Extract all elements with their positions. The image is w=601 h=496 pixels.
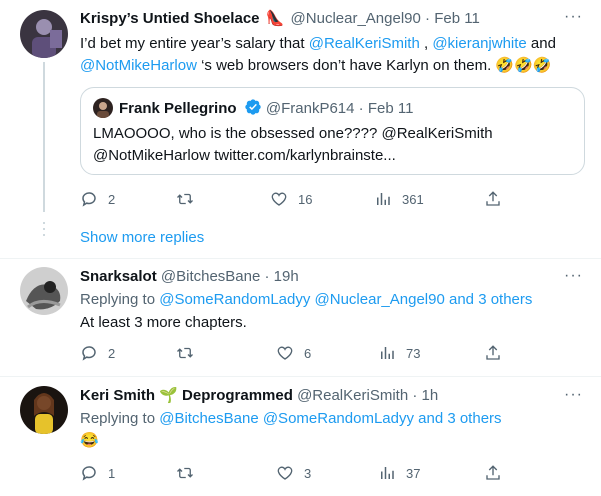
author-name[interactable]: Snarksalot [80, 268, 157, 285]
replying-to-label: Replying to [80, 291, 160, 308]
reply-count: 2 [108, 345, 116, 361]
shoe-icon: 👠 [265, 10, 285, 27]
tweet-text: @NotMikeHarlow ‘s web browsers don’t hav… [80, 55, 551, 77]
like-count: 16 [298, 191, 313, 207]
tweet-header: Krispy’s Untied Shoelace 👠 @Nuclear_Ange… [80, 9, 480, 29]
quoted-tweet[interactable]: Frank Pellegrino @FrankP614 · Feb 11 LMA… [80, 87, 585, 175]
like-button[interactable]: 6 [276, 344, 311, 362]
quote-text-line: @NotMikeHarlow twitter.com/karlynbrainst… [93, 147, 396, 164]
tweet-text-segment: and [526, 35, 556, 52]
retweet-button[interactable] [176, 344, 194, 362]
mention-link[interactable]: @kieranjwhite [432, 35, 526, 52]
replying-to: Replying to @SomeRandomLadyy @Nuclear_An… [80, 289, 532, 311]
reply-icon [82, 346, 96, 361]
retweet-icon [177, 467, 193, 479]
author-name[interactable]: Keri Smith 🌱 Deprogrammed [80, 387, 293, 404]
quote-author-handle[interactable]: @FrankP614 [266, 100, 355, 117]
like-count: 6 [304, 345, 312, 361]
tweet-actions: 2 6 73 [80, 344, 580, 364]
replying-to-mentions[interactable]: @SomeRandomLadyy @Nuclear_Angel90 and 3 … [159, 291, 532, 308]
like-icon [271, 192, 287, 206]
tweet-date[interactable]: · 1h [412, 387, 438, 404]
like-button[interactable]: 16 [270, 190, 312, 208]
views-icon [377, 193, 390, 205]
like-icon [277, 466, 293, 480]
reply-button[interactable]: 1 [80, 464, 115, 482]
tweet-text-segment: , [419, 35, 433, 52]
tweet-text: I’d bet my entire year’s salary that @Re… [80, 33, 556, 55]
tweet-text-segment: ‘s web browsers don’t have Karlyn on the… [196, 57, 552, 74]
share-icon [486, 191, 500, 206]
reply-button[interactable]: 2 [80, 190, 115, 208]
reply-count: 1 [108, 465, 116, 481]
tweet-date[interactable]: · Feb 11 [425, 10, 480, 27]
views-count: 73 [406, 345, 421, 361]
share-button[interactable] [484, 190, 502, 208]
avatar[interactable] [20, 267, 68, 315]
share-icon [486, 345, 500, 360]
views-icon [381, 467, 394, 479]
mention-link[interactable]: @NotMikeHarlow [80, 57, 197, 74]
views-button[interactable]: 361 [374, 190, 424, 208]
tweet-text-segment: I’d bet my entire year’s salary that [80, 35, 309, 52]
views-count: 37 [406, 465, 421, 481]
quote-avatar[interactable] [93, 98, 113, 118]
quote-date[interactable]: · Feb 11 [359, 100, 414, 117]
tweet-text: At least 3 more chapters. [80, 314, 247, 331]
like-icon [277, 346, 293, 360]
views-button[interactable]: 37 [378, 464, 420, 482]
divider [0, 376, 601, 377]
more-icon[interactable]: ··· [564, 386, 583, 404]
author-handle[interactable]: @Nuclear_Angel90 [291, 10, 421, 27]
avatar[interactable] [20, 386, 68, 434]
share-button[interactable] [484, 464, 502, 482]
mention-link[interactable]: @RealKeriSmith [309, 35, 420, 52]
views-icon [381, 347, 394, 359]
retweet-icon [177, 193, 193, 205]
share-button[interactable] [484, 344, 502, 362]
share-icon [486, 465, 500, 480]
retweet-button[interactable] [176, 190, 194, 208]
replying-to-label: Replying to [80, 410, 160, 427]
thread-dots [43, 222, 45, 240]
divider [0, 258, 601, 259]
avatar[interactable] [20, 10, 68, 58]
views-button[interactable]: 73 [378, 344, 420, 362]
show-more-replies-link[interactable]: Show more replies [80, 229, 204, 246]
more-icon[interactable]: ··· [564, 267, 583, 285]
views-count: 361 [402, 191, 424, 207]
retweet-icon [177, 347, 193, 359]
tweet-actions: 1 3 37 [80, 464, 580, 484]
replying-to-mentions[interactable]: @BitchesBane @SomeRandomLadyy and 3 othe… [159, 410, 501, 427]
like-button[interactable]: 3 [276, 464, 311, 482]
reply-button[interactable]: 2 [80, 344, 115, 362]
thread-line [43, 62, 45, 212]
quote-header: Frank Pellegrino @FrankP614 · Feb 11 [119, 98, 413, 122]
author-name[interactable]: Krispy’s Untied Shoelace [80, 10, 260, 27]
like-count: 3 [304, 465, 312, 481]
author-handle[interactable]: @BitchesBane [161, 268, 260, 285]
tweet-header: Keri Smith 🌱 Deprogrammed @RealKeriSmith… [80, 386, 438, 406]
more-icon[interactable]: ··· [564, 8, 583, 26]
retweet-button[interactable] [176, 464, 194, 482]
reply-icon [82, 466, 96, 481]
reply-icon [82, 192, 96, 207]
verified-badge-icon [244, 98, 262, 122]
replying-to: Replying to @BitchesBane @SomeRandomLady… [80, 408, 502, 430]
tweet-text: 😂 [80, 432, 99, 449]
quote-text-line: LMAOOOO, who is the obsessed one???? @Re… [93, 125, 493, 142]
reply-count: 2 [108, 191, 116, 207]
quote-author-name[interactable]: Frank Pellegrino [119, 100, 237, 117]
tweet-header: Snarksalot @BitchesBane · 19h [80, 267, 299, 287]
tweet-actions: 2 16 361 [80, 190, 580, 210]
author-handle[interactable]: @RealKeriSmith [297, 387, 408, 404]
tweet-date[interactable]: · 19h [265, 268, 299, 285]
